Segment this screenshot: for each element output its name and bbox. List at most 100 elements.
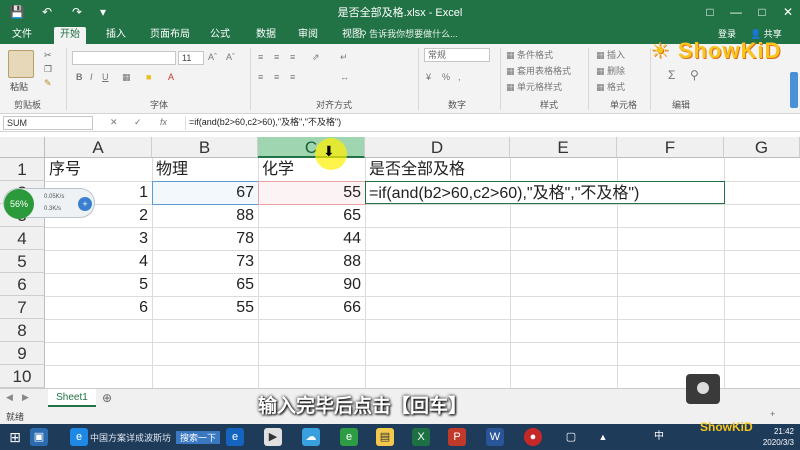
format-cells-button[interactable]: ▦ 格式 xyxy=(596,80,625,93)
powerpoint-icon[interactable]: P xyxy=(448,428,466,446)
cell-b[interactable]: 55 xyxy=(152,296,258,319)
cell-d2-editing[interactable]: =if(and(b2>60,c2>60),"及格","不及格") xyxy=(365,181,725,204)
cut-icon[interactable]: ✂ xyxy=(44,50,52,61)
sheet-nav-next-icon[interactable]: ▶ xyxy=(22,392,29,403)
tab-insert[interactable]: 插入 xyxy=(100,27,132,44)
tab-formulas[interactable]: 公式 xyxy=(204,27,236,44)
col-header-e[interactable]: E xyxy=(510,137,617,158)
currency-icon[interactable]: ¥ xyxy=(426,72,431,82)
cell-b1[interactable]: 物理 xyxy=(152,158,258,181)
cell-a[interactable]: 3 xyxy=(45,227,152,250)
tab-data[interactable]: 数据 xyxy=(250,27,282,44)
enter-icon[interactable]: ✓ xyxy=(134,117,142,128)
recorder-icon[interactable]: ● xyxy=(524,428,542,446)
row-header[interactable]: 1 xyxy=(0,158,45,181)
cell-a1[interactable]: 序号 xyxy=(45,158,152,181)
add-sheet-icon[interactable]: ⊕ xyxy=(102,391,112,405)
tray-icon[interactable]: ▢ xyxy=(562,428,580,446)
copy-icon[interactable]: ❐ xyxy=(44,64,52,75)
number-format-box[interactable]: 常规 xyxy=(424,48,490,62)
cloud-icon[interactable]: ☁ xyxy=(302,428,320,446)
cell-c[interactable]: 66 xyxy=(258,296,365,319)
align-bottom-icon[interactable]: ≡ xyxy=(290,52,295,62)
task-view-icon[interactable]: ▣ xyxy=(30,428,48,446)
cell-b[interactable]: 73 xyxy=(152,250,258,273)
delete-cells-button[interactable]: ▦ 删除 xyxy=(596,64,625,77)
tab-home[interactable]: 开始 xyxy=(54,27,86,44)
cancel-icon[interactable]: ✕ xyxy=(110,117,118,128)
ie-icon[interactable]: e xyxy=(226,428,244,446)
col-header-g[interactable]: G xyxy=(724,137,800,158)
cell-d1[interactable]: 是否全部及格 xyxy=(365,158,510,181)
ime-indicator[interactable]: 中 xyxy=(650,428,668,446)
browser-icon[interactable]: e xyxy=(70,428,88,446)
word-icon[interactable]: W xyxy=(486,428,504,446)
network-plus-icon[interactable]: + xyxy=(78,197,92,211)
row-header[interactable]: 5 xyxy=(0,250,45,273)
name-box[interactable]: SUM xyxy=(3,116,93,130)
format-painter-icon[interactable]: ✎ xyxy=(44,78,52,89)
cell-c1[interactable]: 化学 xyxy=(258,158,365,181)
close-icon[interactable]: ✕ xyxy=(776,2,800,22)
find-icon[interactable]: ⚲ xyxy=(690,68,699,82)
grow-font-icon[interactable]: Aˆ xyxy=(208,52,217,62)
col-header-b[interactable]: B xyxy=(152,137,258,158)
col-header-f[interactable]: F xyxy=(617,137,724,158)
maximize-icon[interactable]: □ xyxy=(750,2,774,22)
paste-button[interactable] xyxy=(8,50,34,78)
camera-icon[interactable] xyxy=(686,374,720,404)
align-center-icon[interactable]: ≡ xyxy=(274,72,279,82)
autosum-icon[interactable]: Σ xyxy=(668,68,675,82)
font-size-box[interactable]: 11 xyxy=(178,51,204,65)
fill-color-icon[interactable]: ■ xyxy=(146,72,151,82)
network-speed-widget[interactable]: 56% 0.05K/s 0.3K/s + xyxy=(3,188,95,219)
browser-360-icon[interactable]: e xyxy=(340,428,358,446)
cell-c[interactable]: 44 xyxy=(258,227,365,250)
insert-cells-button[interactable]: ▦ 插入 xyxy=(596,48,625,61)
row-header[interactable]: 9 xyxy=(0,342,45,365)
folder-icon[interactable]: ▤ xyxy=(376,428,394,446)
border-icon[interactable]: ▦ xyxy=(122,72,131,83)
row-header[interactable]: 7 xyxy=(0,296,45,319)
cell-b[interactable]: 67 xyxy=(152,181,258,204)
align-right-icon[interactable]: ≡ xyxy=(290,72,295,82)
cell-b[interactable]: 88 xyxy=(152,204,258,227)
underline-icon[interactable]: U xyxy=(102,72,109,82)
percent-icon[interactable]: % xyxy=(442,72,450,82)
align-middle-icon[interactable]: ≡ xyxy=(274,52,279,62)
cell-b[interactable]: 78 xyxy=(152,227,258,250)
comma-icon[interactable]: , xyxy=(458,72,461,82)
tab-page-layout[interactable]: 页面布局 xyxy=(144,27,196,44)
formula-input[interactable]: =if(and(b2>60,c2>60),"及格","不及格") xyxy=(185,116,795,130)
bold-icon[interactable]: B xyxy=(76,72,83,82)
italic-icon[interactable]: I xyxy=(90,72,93,82)
zoom-in-icon[interactable]: + xyxy=(770,409,775,419)
ribbon-options-icon[interactable]: □ xyxy=(698,2,722,22)
merge-icon[interactable]: ↔ xyxy=(340,72,349,82)
align-top-icon[interactable]: ≡ xyxy=(258,52,263,62)
cell-c[interactable]: 90 xyxy=(258,273,365,296)
network-tray-icon[interactable]: ▲ xyxy=(594,428,612,446)
orientation-icon[interactable]: ⇗ xyxy=(312,52,320,63)
browser-task-label[interactable]: 中国方案详成波斯坊 xyxy=(90,431,171,444)
col-header-c[interactable]: C xyxy=(258,137,365,158)
cell-a[interactable]: 4 xyxy=(45,250,152,273)
shrink-font-icon[interactable]: Aˇ xyxy=(226,52,235,62)
clock[interactable]: 21:42 2020/3/3 xyxy=(763,426,794,448)
row-header[interactable]: 4 xyxy=(0,227,45,250)
sheet-nav-prev-icon[interactable]: ◀ xyxy=(6,392,13,403)
col-header-d[interactable]: D xyxy=(365,137,510,158)
row-header[interactable]: 8 xyxy=(0,319,45,342)
cell-a[interactable]: 5 xyxy=(45,273,152,296)
cell-b[interactable]: 65 xyxy=(152,273,258,296)
font-name-box[interactable] xyxy=(72,51,176,65)
search-button[interactable]: 搜索一下 xyxy=(176,431,221,444)
row-header[interactable]: 6 xyxy=(0,273,45,296)
align-left-icon[interactable]: ≡ xyxy=(258,72,263,82)
tab-file[interactable]: 文件 xyxy=(6,27,38,44)
minimize-icon[interactable]: — xyxy=(724,2,748,22)
excel-icon[interactable]: X xyxy=(412,428,430,446)
insert-function-icon[interactable]: fx xyxy=(160,117,167,127)
col-header-a[interactable]: A xyxy=(45,137,152,158)
row-header[interactable]: 10 xyxy=(0,365,45,388)
